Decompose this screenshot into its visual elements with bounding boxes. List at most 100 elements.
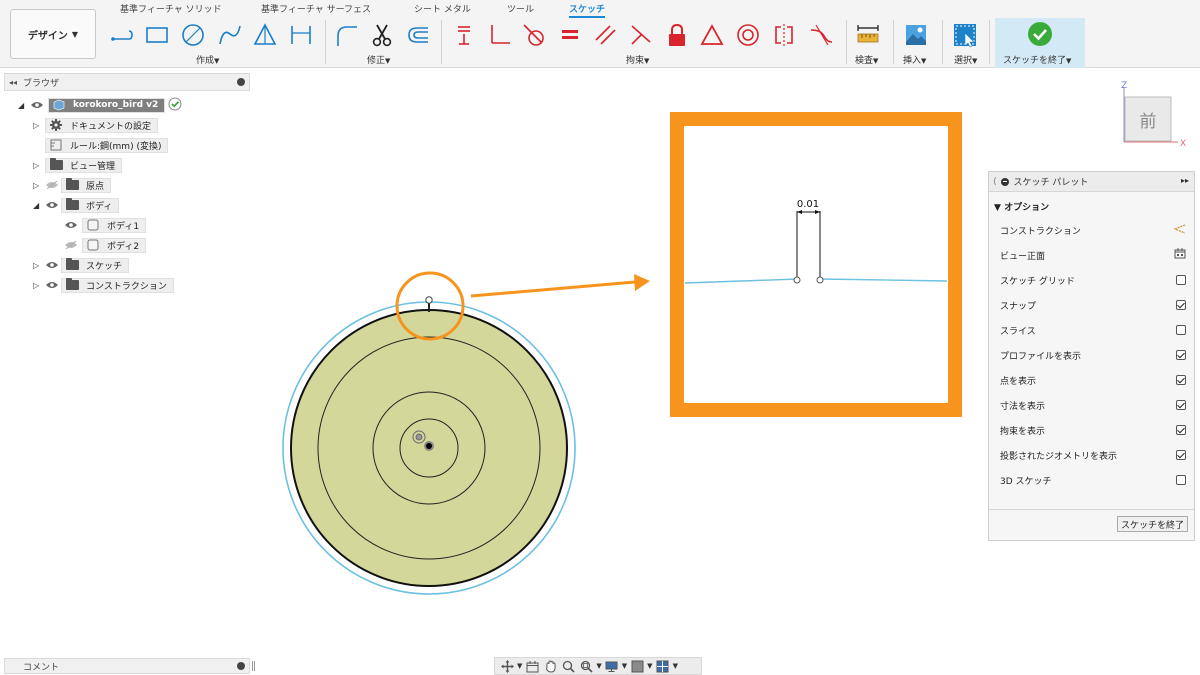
collapse-arrow-icon[interactable]: ◢ [33, 201, 45, 210]
option-label: 投影されたジオメトリを表示 [1000, 451, 1118, 462]
option-slice: スライス [1000, 322, 1186, 338]
named-views-node[interactable]: ビュー管理 [45, 157, 123, 173]
pin-icon[interactable] [237, 78, 245, 86]
expand-arrow-icon[interactable]: ▷ [33, 161, 45, 170]
ruler-icon [48, 139, 64, 151]
component-node[interactable]: korokoro_bird v2 [48, 97, 166, 113]
view-cube[interactable]: Z X 前 [1112, 79, 1192, 154]
eye-icon[interactable] [30, 100, 44, 110]
minimize-icon[interactable] [1000, 177, 1009, 186]
document-settings-node[interactable]: ドキュメントの設定 [45, 117, 159, 133]
browser-row-sketches[interactable]: ▷ スケッチ [33, 257, 130, 273]
chevron-down-icon[interactable]: ▼ [647, 662, 652, 670]
zoom-window-icon[interactable] [578, 659, 594, 673]
panel-grip-icon[interactable] [252, 661, 255, 671]
show-constraints-checkbox[interactable] [1176, 425, 1186, 435]
body-icon [85, 219, 101, 231]
expand-arrow-icon[interactable]: ◢ [18, 101, 30, 110]
eye-icon[interactable] [45, 280, 59, 290]
folder-icon [64, 178, 80, 191]
drag-handle-icon[interactable]: ⟨ [993, 177, 997, 187]
palette-divider [989, 509, 1194, 510]
show-points-checkbox[interactable] [1176, 375, 1186, 385]
document-settings-label: ドキュメントの設定 [70, 121, 152, 132]
sketch-palette-header[interactable]: ⟨ スケッチ パレット ▸▸ [989, 172, 1194, 192]
option-label: 3D スケッチ [1000, 476, 1052, 487]
zoom-icon[interactable] [560, 659, 576, 673]
option-sketch-grid: スケッチ グリッド [1000, 272, 1186, 288]
comments-panel[interactable]: コメント [4, 658, 255, 674]
option-show-profile: プロファイルを表示 [1000, 347, 1186, 363]
browser-row-body1[interactable]: ボディ1 [64, 217, 147, 233]
construction-node[interactable]: コンストラクション [61, 277, 174, 293]
dimension-value[interactable]: 0.01 [797, 199, 819, 210]
active-check-icon [168, 97, 182, 114]
palette-finish-sketch-button[interactable]: スケッチを終了 [1116, 516, 1188, 532]
option-label: プロファイルを表示 [1000, 351, 1082, 362]
eye-icon[interactable] [64, 220, 78, 230]
sketch-palette: ⟨ スケッチ パレット ▸▸ ▼ オプション コンストラクション ビュー正面 ス… [988, 171, 1195, 541]
add-comment-icon[interactable] [237, 662, 245, 670]
origin-label: 原点 [86, 181, 105, 192]
eye-icon[interactable] [45, 260, 59, 270]
expand-arrow-icon[interactable]: ▷ [33, 281, 45, 290]
eye-icon[interactable] [45, 200, 59, 210]
look-at-icon[interactable] [1174, 248, 1186, 262]
expand-panel-icon[interactable]: ▸▸ [1181, 176, 1189, 185]
browser-panel-header[interactable]: ◂◂ ブラウザ [4, 73, 250, 91]
construction-icon[interactable] [1173, 223, 1186, 237]
sketch-point[interactable] [415, 433, 423, 441]
browser-row-bodies[interactable]: ◢ ボディ [33, 197, 120, 213]
browser-row-units[interactable]: ルール:鋼(mm) (変換) [45, 137, 169, 153]
sketch-grid-checkbox[interactable] [1176, 275, 1186, 285]
browser-row-origin[interactable]: ▷ 原点 [33, 177, 112, 193]
folder-icon [64, 198, 80, 211]
sketch-geometry[interactable] [282, 296, 576, 595]
zoom-point-left [793, 276, 801, 284]
show-projected-geometry-checkbox[interactable] [1176, 450, 1186, 460]
browser-row-named-views[interactable]: ▷ ビュー管理 [33, 157, 123, 173]
3d-sketch-checkbox[interactable] [1176, 475, 1186, 485]
callout-arrow-line [470, 280, 636, 298]
chevron-down-icon[interactable]: ▼ [673, 662, 678, 670]
look-at-icon[interactable] [524, 659, 540, 673]
orbit-icon[interactable] [499, 659, 515, 673]
eye-hidden-icon[interactable] [64, 240, 78, 250]
chevron-down-icon[interactable]: ▼ [596, 662, 601, 670]
viewports-icon[interactable] [655, 659, 671, 673]
grid-settings-icon[interactable] [629, 659, 645, 673]
bodies-node[interactable]: ボディ [61, 197, 120, 213]
slice-checkbox[interactable] [1176, 325, 1186, 335]
sketches-node[interactable]: スケッチ [61, 257, 130, 273]
option-show-points: 点を表示 [1000, 372, 1186, 388]
browser-row-document-settings[interactable]: ▷ ドキュメントの設定 [33, 117, 159, 133]
option-label: ビュー正面 [1000, 251, 1046, 262]
collapse-panel-icon[interactable]: ◂◂ [9, 78, 17, 87]
expand-arrow-icon[interactable]: ▷ [33, 121, 45, 130]
pan-hand-icon[interactable] [542, 659, 558, 673]
browser-row-body2[interactable]: ボディ2 [64, 237, 147, 253]
option-3d-sketch: 3D スケッチ [1000, 472, 1186, 488]
option-show-projected-geometry: 投影されたジオメトリを表示 [1000, 447, 1186, 463]
show-dimensions-checkbox[interactable] [1176, 400, 1186, 410]
units-node[interactable]: ルール:鋼(mm) (変換) [45, 137, 169, 153]
show-profile-checkbox[interactable] [1176, 350, 1186, 360]
option-label: 拘束を表示 [1000, 426, 1046, 437]
body2-node[interactable]: ボディ2 [82, 237, 147, 253]
body1-node[interactable]: ボディ1 [82, 217, 147, 233]
eye-hidden-icon[interactable] [45, 180, 59, 190]
zoom-point-right [816, 276, 824, 284]
center-point[interactable] [426, 443, 432, 449]
browser-row-construction[interactable]: ▷ コンストラクション [33, 277, 174, 293]
gap-point[interactable] [425, 296, 433, 304]
options-section-toggle[interactable]: ▼ オプション [994, 200, 1049, 213]
expand-arrow-icon[interactable]: ▷ [33, 181, 45, 190]
expand-arrow-icon[interactable]: ▷ [33, 261, 45, 270]
chevron-down-icon[interactable]: ▼ [517, 662, 522, 670]
browser-root-row[interactable]: ◢ korokoro_bird v2 [18, 97, 182, 113]
origin-node[interactable]: 原点 [61, 177, 112, 193]
chevron-down-icon[interactable]: ▼ [622, 662, 627, 670]
display-settings-icon[interactable] [604, 659, 620, 673]
option-label: 寸法を表示 [1000, 401, 1046, 412]
snap-checkbox[interactable] [1176, 300, 1186, 310]
